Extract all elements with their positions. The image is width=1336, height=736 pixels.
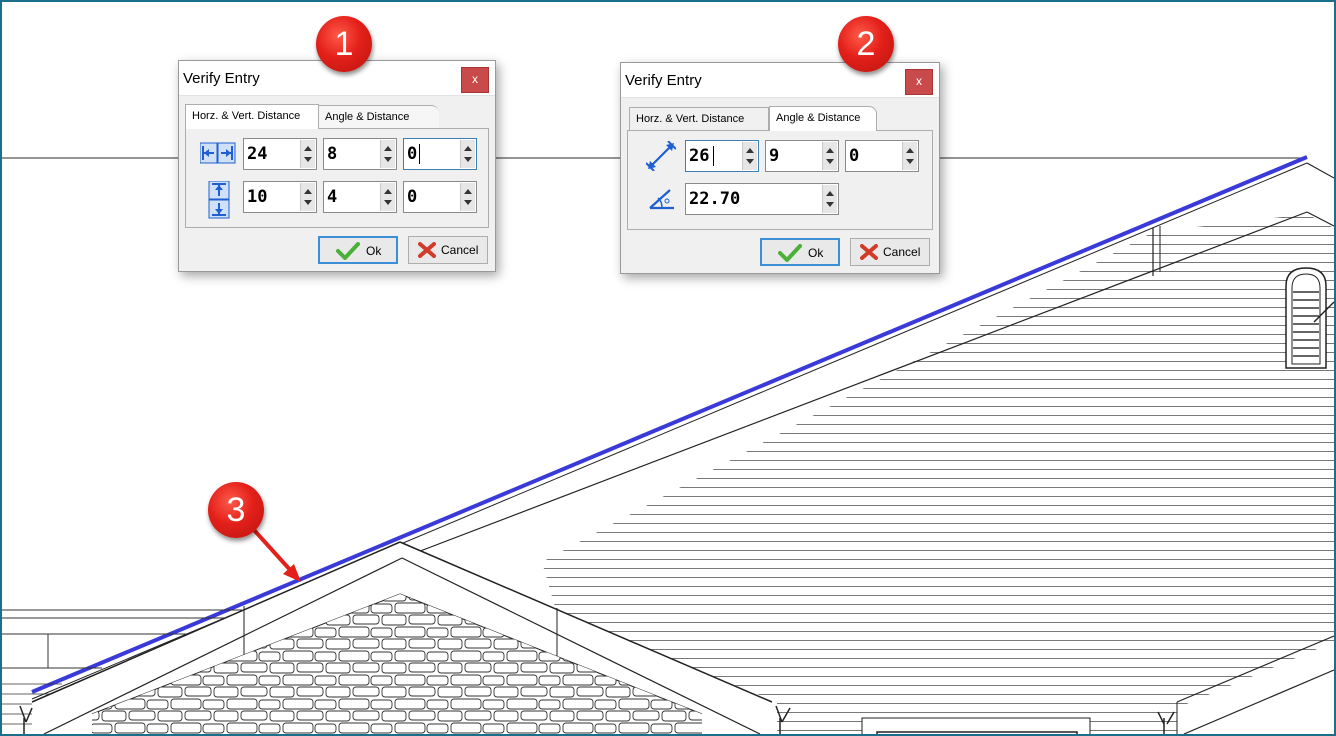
verify-entry-dialog-left: Verify Entry x Horz. & Vert. Distance An… bbox=[178, 60, 496, 272]
vertical-feet-input[interactable]: 10 bbox=[243, 181, 317, 213]
cad-canvas[interactable]: Verify Entry x Horz. & Vert. Distance An… bbox=[0, 0, 1336, 736]
callout-1: 1 bbox=[316, 16, 372, 72]
spinner-arrows[interactable] bbox=[300, 183, 315, 211]
tab-panel: 26 9 0 22.70 bbox=[627, 130, 933, 230]
spinner-arrows[interactable] bbox=[380, 183, 395, 211]
tab-angle-distance[interactable]: Angle & Distance bbox=[769, 106, 877, 131]
ok-button[interactable]: Ok bbox=[760, 238, 840, 266]
spinner-arrows[interactable] bbox=[742, 142, 757, 170]
close-button[interactable]: x bbox=[461, 67, 489, 93]
tab-horz-vert-distance[interactable]: Horz. & Vert. Distance bbox=[185, 104, 319, 129]
dialog-title: Verify Entry bbox=[183, 70, 260, 87]
vertical-distance-icon bbox=[206, 180, 232, 219]
verify-entry-dialog-right: Verify Entry x Horz. & Vert. Distance An… bbox=[620, 62, 940, 274]
red-x-icon bbox=[418, 242, 436, 261]
angle-input[interactable]: 22.70 bbox=[685, 183, 839, 215]
spinner-arrows[interactable] bbox=[460, 140, 475, 168]
checkmark-icon bbox=[336, 242, 360, 263]
vertical-inches-input[interactable]: 4 bbox=[323, 181, 397, 213]
distance-inches-input[interactable]: 9 bbox=[765, 140, 839, 172]
tab-horz-vert-distance[interactable]: Horz. & Vert. Distance bbox=[629, 107, 769, 130]
callout-3: 3 bbox=[208, 482, 264, 538]
ok-button[interactable]: Ok bbox=[318, 236, 398, 264]
tab-panel: 24 8 0 10 4 0 bbox=[185, 128, 489, 228]
distance-fraction-input[interactable]: 0 bbox=[845, 140, 919, 172]
tab-angle-distance[interactable]: Angle & Distance bbox=[318, 105, 439, 128]
spinner-arrows[interactable] bbox=[822, 142, 837, 170]
spinner-arrows[interactable] bbox=[300, 140, 315, 168]
distance-icon bbox=[645, 140, 677, 172]
horizontal-feet-input[interactable]: 24 bbox=[243, 138, 317, 170]
horizontal-inches-input[interactable]: 8 bbox=[323, 138, 397, 170]
spinner-arrows[interactable] bbox=[380, 140, 395, 168]
cancel-button[interactable]: Cancel bbox=[408, 236, 488, 264]
spinner-arrows[interactable] bbox=[822, 185, 837, 213]
spinner-arrows[interactable] bbox=[460, 183, 475, 211]
dialog-title-bar[interactable]: Verify Entry x bbox=[621, 63, 939, 98]
red-x-icon bbox=[860, 244, 878, 263]
horizontal-fraction-input[interactable]: 0 bbox=[403, 138, 477, 170]
close-button[interactable]: x bbox=[905, 69, 933, 95]
distance-feet-input[interactable]: 26 bbox=[685, 140, 759, 172]
vertical-fraction-input[interactable]: 0 bbox=[403, 181, 477, 213]
checkmark-icon bbox=[778, 244, 802, 265]
dialog-title: Verify Entry bbox=[625, 72, 702, 89]
horizontal-distance-icon bbox=[199, 140, 236, 166]
cancel-button[interactable]: Cancel bbox=[850, 238, 930, 266]
angle-icon bbox=[648, 187, 676, 211]
spinner-arrows[interactable] bbox=[902, 142, 917, 170]
callout-2: 2 bbox=[838, 16, 894, 72]
